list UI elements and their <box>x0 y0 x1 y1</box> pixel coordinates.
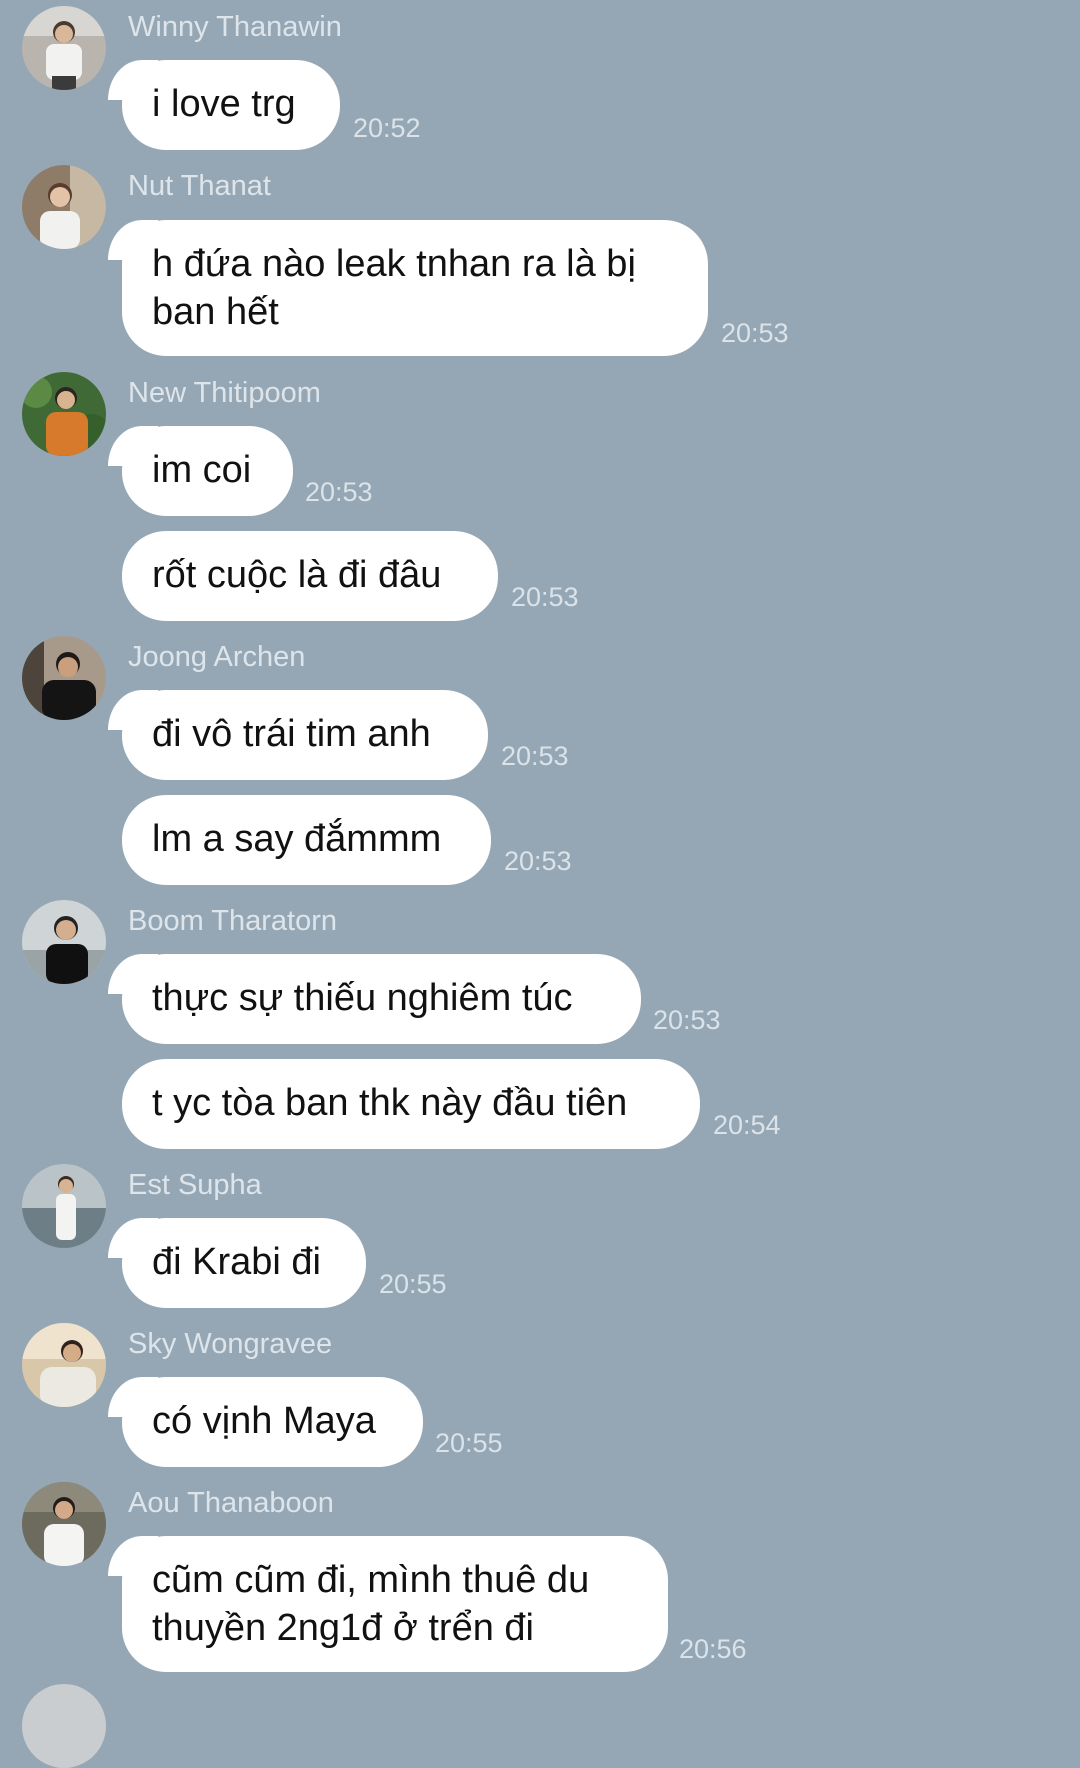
avatar-est-supha[interactable] <box>22 1164 106 1248</box>
person-avatar-icon <box>22 900 106 984</box>
message-text: i love trg <box>152 83 296 125</box>
message-time: 20:55 <box>379 1269 447 1299</box>
message-bubble[interactable]: im coi <box>108 426 293 516</box>
message-time: 20:53 <box>501 741 569 771</box>
avatar-boom-tharatorn[interactable] <box>22 900 106 984</box>
message-text: im coi <box>152 449 252 491</box>
person-avatar-icon <box>22 1323 106 1407</box>
person-avatar-icon <box>22 165 106 249</box>
avatar-aou-thanaboon[interactable] <box>22 1482 106 1566</box>
message-text: h đứa nào leak tnhan ra là bị ban hết <box>152 243 636 333</box>
message-bubble[interactable]: i love trg <box>108 60 340 150</box>
message-text: thực sự thiếu nghiêm túc <box>152 977 573 1019</box>
message-bubble[interactable]: rốt cuộc là đi đâu <box>122 531 498 621</box>
message-time: 20:54 <box>713 1110 781 1140</box>
message-text: đi vô trái tim anh <box>152 713 431 755</box>
message-time: 20:56 <box>679 1634 747 1664</box>
message-time: 20:53 <box>721 318 789 348</box>
sender-name: Boom Tharatorn <box>128 905 338 937</box>
person-avatar-icon <box>22 372 106 456</box>
avatar-joong-archen[interactable] <box>22 636 106 720</box>
message-bubble[interactable]: có vịnh Maya <box>108 1377 423 1467</box>
message-time: 20:53 <box>653 1005 721 1035</box>
avatar-sky-wongravee[interactable] <box>22 1323 106 1407</box>
avatar-new-thitipoom[interactable] <box>22 372 106 456</box>
message-bubble[interactable]: đi Krabi đi <box>108 1218 366 1308</box>
message-time: 20:55 <box>435 1428 503 1458</box>
sender-name: Sky Wongravee <box>128 1328 333 1360</box>
message-text: có vịnh Maya <box>152 1400 376 1442</box>
sender-name: Nut Thanat <box>128 170 271 202</box>
message-bubble[interactable]: đi vô trái tim anh <box>108 690 488 780</box>
sender-name: Winny Thanawin <box>128 11 342 43</box>
message-time: 20:53 <box>511 582 579 612</box>
message-bubble[interactable]: t yc tòa ban thk này đầu tiên <box>122 1059 700 1149</box>
avatar-winny-thanawin[interactable] <box>22 6 106 90</box>
message-bubble[interactable]: lm a say đắmmm <box>122 795 491 885</box>
message-time: 20:53 <box>504 846 572 876</box>
message-text: lm a say đắmmm <box>152 818 442 860</box>
message-text: t yc tòa ban thk này đầu tiên <box>152 1082 628 1124</box>
person-avatar-icon <box>22 636 106 720</box>
message-time: 20:53 <box>305 477 373 507</box>
message-bubble[interactable]: cũm cũm đi, mình thuê du thuyền 2ng1đ ở … <box>108 1536 668 1672</box>
sender-name: New Thitipoom <box>128 377 321 409</box>
sender-name: Joong Archen <box>128 641 306 673</box>
sender-name: Est Supha <box>128 1169 262 1201</box>
message-text: cũm cũm đi, mình thuê du thuyền 2ng1đ ở … <box>152 1559 590 1649</box>
person-avatar-icon <box>22 1164 106 1248</box>
message-time: 20:52 <box>353 113 421 143</box>
message-bubble[interactable]: thực sự thiếu nghiêm túc <box>108 954 641 1044</box>
person-avatar-icon <box>22 1482 106 1566</box>
avatar-next-partial[interactable] <box>22 1684 106 1768</box>
sender-name: Aou Thanaboon <box>128 1487 334 1519</box>
avatar-nut-thanat[interactable] <box>22 165 106 249</box>
message-text: rốt cuộc là đi đâu <box>152 554 442 596</box>
message-text: đi Krabi đi <box>152 1241 321 1283</box>
chat-message-list[interactable]: Winny Thanawin i love trg 20:52 Nut Than… <box>0 0 1080 1768</box>
person-avatar-icon <box>22 6 106 90</box>
message-bubble[interactable]: h đứa nào leak tnhan ra là bị ban hết <box>108 220 708 356</box>
